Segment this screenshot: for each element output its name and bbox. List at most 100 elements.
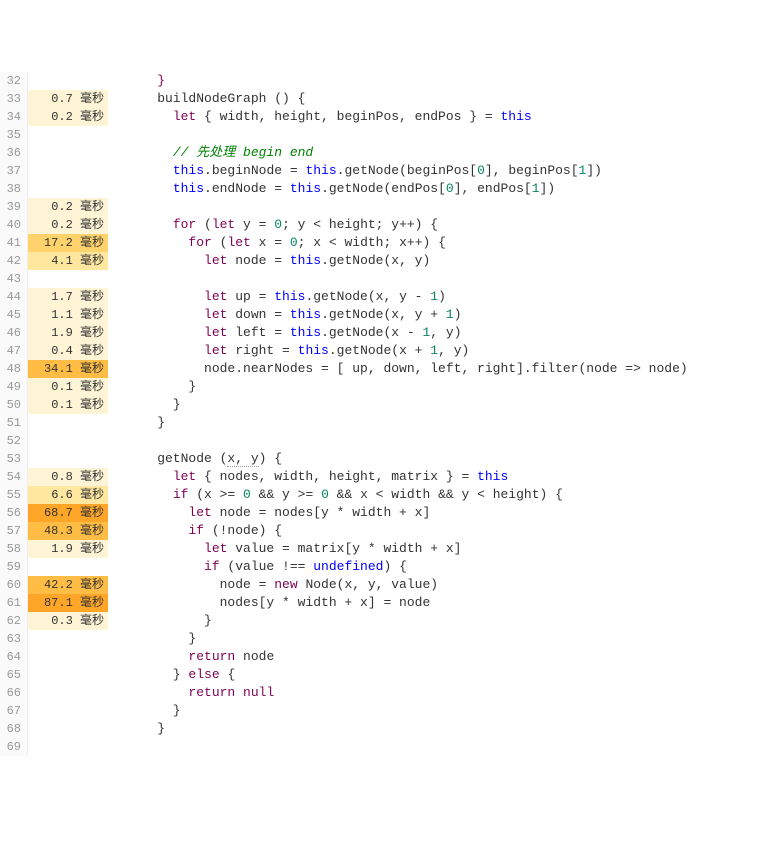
code-editor[interactable]: 32 }330.7 毫秒 buildNodeGraph () {340.2 毫秒… bbox=[0, 72, 759, 756]
code-line[interactable]: 556.6 毫秒 if (x >= 0 && y >= 0 && x < wid… bbox=[0, 486, 759, 504]
code-content[interactable]: let node = this.getNode(x, y) bbox=[108, 252, 430, 270]
line-number: 49 bbox=[0, 378, 28, 396]
line-number: 68 bbox=[0, 720, 28, 738]
code-line[interactable]: 53 getNode (x, y) { bbox=[0, 450, 759, 468]
code-content[interactable]: node.nearNodes = [ up, down, left, right… bbox=[108, 360, 688, 378]
timing-annotation: 17.2 毫秒 bbox=[28, 234, 108, 252]
code-content[interactable]: if (!node) { bbox=[108, 522, 282, 540]
code-line[interactable]: 52 bbox=[0, 432, 759, 450]
code-content[interactable]: } bbox=[108, 630, 196, 648]
code-line[interactable]: 540.8 毫秒 let { nodes, width, height, mat… bbox=[0, 468, 759, 486]
code-content[interactable]: } bbox=[108, 72, 165, 90]
code-content[interactable]: for (let y = 0; y < height; y++) { bbox=[108, 216, 438, 234]
timing-annotation: 68.7 毫秒 bbox=[28, 504, 108, 522]
code-content[interactable]: } bbox=[108, 720, 165, 738]
code-content[interactable]: nodes[y * width + x] = node bbox=[108, 594, 430, 612]
code-line[interactable]: 59 if (value !== undefined) { bbox=[0, 558, 759, 576]
code-line[interactable]: 43 bbox=[0, 270, 759, 288]
code-content[interactable]: // 先处理 begin end bbox=[108, 144, 313, 162]
code-line[interactable]: 4117.2 毫秒 for (let x = 0; x < width; x++… bbox=[0, 234, 759, 252]
code-line[interactable]: 36 // 先处理 begin end bbox=[0, 144, 759, 162]
code-line[interactable]: 330.7 毫秒 buildNodeGraph () { bbox=[0, 90, 759, 108]
code-line[interactable]: 68 } bbox=[0, 720, 759, 738]
code-content[interactable]: let left = this.getNode(x - 1, y) bbox=[108, 324, 462, 342]
code-line[interactable]: 424.1 毫秒 let node = this.getNode(x, y) bbox=[0, 252, 759, 270]
line-number: 51 bbox=[0, 414, 28, 432]
code-content[interactable]: } bbox=[108, 378, 196, 396]
code-content[interactable]: } bbox=[108, 396, 181, 414]
line-number: 56 bbox=[0, 504, 28, 522]
timing-annotation: 1.1 毫秒 bbox=[28, 306, 108, 324]
code-line[interactable]: 63 } bbox=[0, 630, 759, 648]
code-content[interactable]: if (x >= 0 && y >= 0 && x < width && y <… bbox=[108, 486, 563, 504]
timing-annotation: 0.1 毫秒 bbox=[28, 396, 108, 414]
code-line[interactable]: 340.2 毫秒 let { width, height, beginPos, … bbox=[0, 108, 759, 126]
code-content[interactable]: let right = this.getNode(x + 1, y) bbox=[108, 342, 469, 360]
code-line[interactable]: 69 bbox=[0, 738, 759, 756]
code-content[interactable]: } else { bbox=[108, 666, 235, 684]
code-line[interactable]: 35 bbox=[0, 126, 759, 144]
line-number: 47 bbox=[0, 342, 28, 360]
code-line[interactable]: 5668.7 毫秒 let node = nodes[y * width + x… bbox=[0, 504, 759, 522]
code-line[interactable]: 6042.2 毫秒 node = new Node(x, y, value) bbox=[0, 576, 759, 594]
code-content[interactable]: if (value !== undefined) { bbox=[108, 558, 407, 576]
code-content[interactable]: this.endNode = this.getNode(endPos[0], e… bbox=[108, 180, 555, 198]
code-line[interactable]: 620.3 毫秒 } bbox=[0, 612, 759, 630]
code-line[interactable]: 32 } bbox=[0, 72, 759, 90]
line-number: 46 bbox=[0, 324, 28, 342]
line-number: 59 bbox=[0, 558, 28, 576]
code-line[interactable]: 390.2 毫秒 bbox=[0, 198, 759, 216]
line-number: 57 bbox=[0, 522, 28, 540]
timing-annotation: 87.1 毫秒 bbox=[28, 594, 108, 612]
line-number: 38 bbox=[0, 180, 28, 198]
code-line[interactable]: 470.4 毫秒 let right = this.getNode(x + 1,… bbox=[0, 342, 759, 360]
code-content[interactable]: let down = this.getNode(x, y + 1) bbox=[108, 306, 462, 324]
code-content[interactable]: for (let x = 0; x < width; x++) { bbox=[108, 234, 446, 252]
code-line[interactable]: 400.2 毫秒 for (let y = 0; y < height; y++… bbox=[0, 216, 759, 234]
code-line[interactable]: 490.1 毫秒 } bbox=[0, 378, 759, 396]
line-number: 41 bbox=[0, 234, 28, 252]
code-line[interactable]: 66 return null bbox=[0, 684, 759, 702]
code-line[interactable]: 51 } bbox=[0, 414, 759, 432]
code-line[interactable]: 500.1 毫秒 } bbox=[0, 396, 759, 414]
code-content[interactable]: return node bbox=[108, 648, 274, 666]
code-content[interactable]: return null bbox=[108, 684, 274, 702]
code-content[interactable]: let node = nodes[y * width + x] bbox=[108, 504, 430, 522]
code-content[interactable]: getNode (x, y) { bbox=[108, 450, 282, 468]
code-line[interactable]: 5748.3 毫秒 if (!node) { bbox=[0, 522, 759, 540]
line-number: 61 bbox=[0, 594, 28, 612]
timing-annotation: 1.7 毫秒 bbox=[28, 288, 108, 306]
code-content[interactable]: let up = this.getNode(x, y - 1) bbox=[108, 288, 446, 306]
code-line[interactable]: 6187.1 毫秒 nodes[y * width + x] = node bbox=[0, 594, 759, 612]
line-number: 63 bbox=[0, 630, 28, 648]
code-content[interactable]: buildNodeGraph () { bbox=[108, 90, 305, 108]
code-content[interactable]: let value = matrix[y * width + x] bbox=[108, 540, 461, 558]
line-number: 34 bbox=[0, 108, 28, 126]
line-number: 58 bbox=[0, 540, 28, 558]
code-line[interactable]: 451.1 毫秒 let down = this.getNode(x, y + … bbox=[0, 306, 759, 324]
code-content[interactable]: } bbox=[108, 702, 181, 720]
timing-annotation: 1.9 毫秒 bbox=[28, 540, 108, 558]
code-line[interactable]: 37 this.beginNode = this.getNode(beginPo… bbox=[0, 162, 759, 180]
code-content[interactable]: } bbox=[108, 414, 165, 432]
timing-annotation: 0.2 毫秒 bbox=[28, 216, 108, 234]
code-line[interactable]: 65 } else { bbox=[0, 666, 759, 684]
code-line[interactable]: 64 return node bbox=[0, 648, 759, 666]
code-line[interactable]: 441.7 毫秒 let up = this.getNode(x, y - 1) bbox=[0, 288, 759, 306]
code-content[interactable]: let { nodes, width, height, matrix } = t… bbox=[108, 468, 508, 486]
code-line[interactable]: 461.9 毫秒 let left = this.getNode(x - 1, … bbox=[0, 324, 759, 342]
code-line[interactable]: 4834.1 毫秒 node.nearNodes = [ up, down, l… bbox=[0, 360, 759, 378]
timing-annotation: 4.1 毫秒 bbox=[28, 252, 108, 270]
timing-annotation: 6.6 毫秒 bbox=[28, 486, 108, 504]
code-content[interactable]: this.beginNode = this.getNode(beginPos[0… bbox=[108, 162, 602, 180]
line-number: 65 bbox=[0, 666, 28, 684]
code-line[interactable]: 581.9 毫秒 let value = matrix[y * width + … bbox=[0, 540, 759, 558]
timing-annotation: 1.9 毫秒 bbox=[28, 324, 108, 342]
code-content[interactable]: } bbox=[108, 612, 212, 630]
code-line[interactable]: 38 this.endNode = this.getNode(endPos[0]… bbox=[0, 180, 759, 198]
code-content[interactable]: node = new Node(x, y, value) bbox=[108, 576, 438, 594]
code-content[interactable]: let { width, height, beginPos, endPos } … bbox=[108, 108, 532, 126]
line-number: 53 bbox=[0, 450, 28, 468]
code-line[interactable]: 67 } bbox=[0, 702, 759, 720]
line-number: 42 bbox=[0, 252, 28, 270]
